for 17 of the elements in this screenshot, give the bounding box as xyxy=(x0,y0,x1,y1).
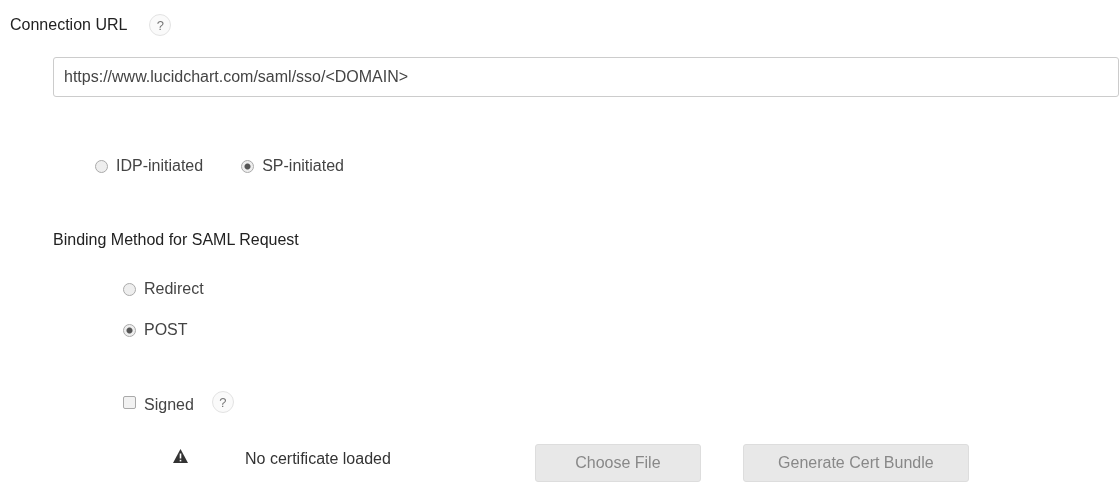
help-icon[interactable]: ? xyxy=(211,391,234,413)
section-label: Binding Method for SAML Request xyxy=(53,231,299,249)
field-label: Connection URL xyxy=(10,16,128,34)
radio-button[interactable] xyxy=(123,323,136,337)
radio-label: POST xyxy=(144,321,188,339)
status-text: No certificate loaded xyxy=(245,450,391,468)
warning-icon xyxy=(173,449,188,463)
radio-button[interactable] xyxy=(95,159,108,173)
checkbox[interactable] xyxy=(123,395,136,409)
url-field[interactable]: https://www.lucidchart.com/saml/sso/<DOMAIN> xyxy=(53,57,1119,97)
radio-label: IDP-initiated xyxy=(116,157,204,175)
radio-label: Redirect xyxy=(144,280,204,298)
checkbox-label: Signed xyxy=(144,396,194,414)
radio-button[interactable] xyxy=(123,282,136,296)
help-icon[interactable]: ? xyxy=(149,14,172,36)
radio-label: SP-initiated xyxy=(262,157,344,175)
radio-button[interactable] xyxy=(241,159,255,173)
